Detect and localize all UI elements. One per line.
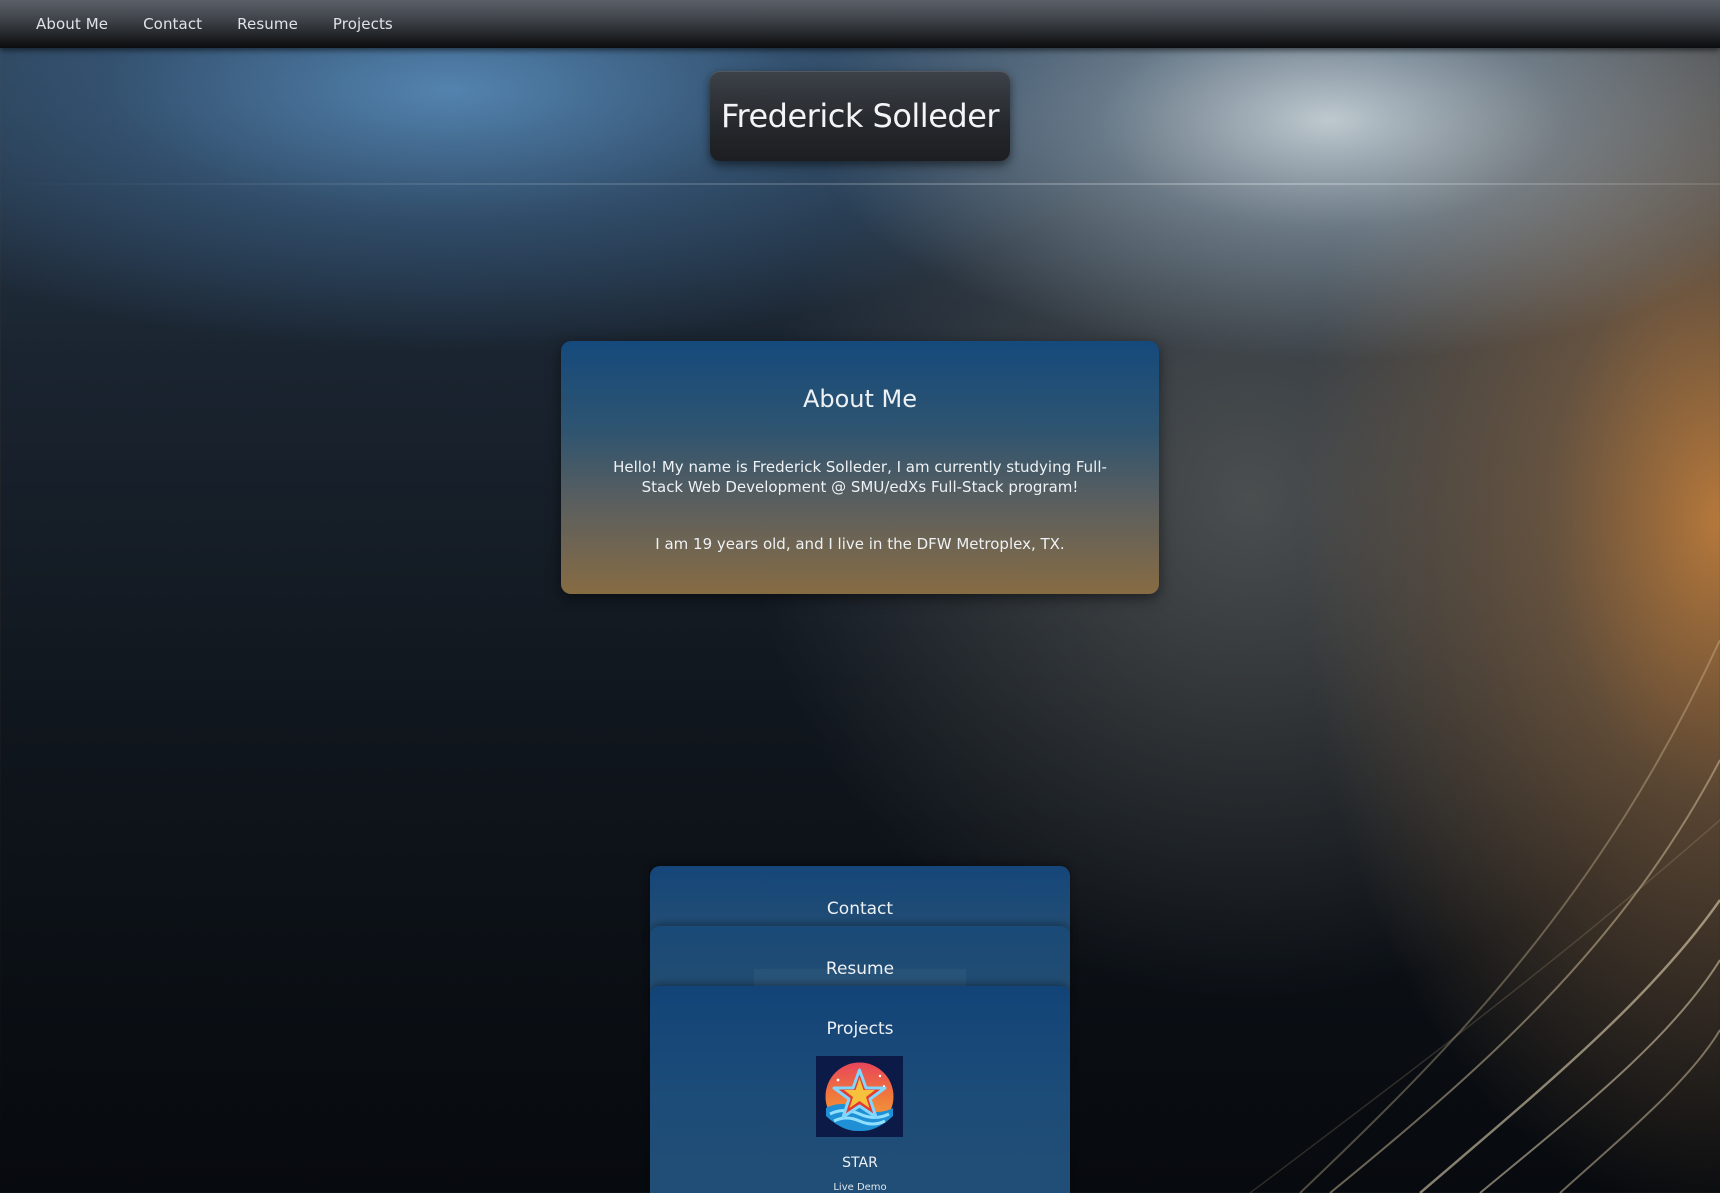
project-live-demo-link[interactable]: Live Demo [650, 1182, 1070, 1193]
projects-heading: Projects [826, 1019, 894, 1039]
contact-heading: Contact [826, 899, 894, 919]
about-me-location-text: I am 19 years old, and I live in the DFW… [655, 535, 1065, 553]
background-horizon [0, 183, 1720, 185]
project-name-star: STAR [842, 1155, 878, 1171]
resume-heading: Resume [825, 959, 895, 979]
projects-card: Projects STAR Live Demo [650, 986, 1070, 1193]
nav-link-about-me[interactable]: About Me [36, 15, 108, 33]
page-title: Frederick Solleder [710, 71, 1010, 161]
about-me-intro-text: Hello! My name is Frederick Solleder, I … [613, 458, 1107, 496]
about-me-card: About Me Hello! My name is Frederick Sol… [561, 341, 1159, 594]
about-me-heading: About Me [802, 385, 918, 413]
nav-link-contact[interactable]: Contact [143, 15, 202, 33]
star-logo-icon[interactable] [816, 1056, 903, 1137]
nav-link-projects[interactable]: Projects [333, 15, 393, 33]
top-navbar: About Me Contact Resume Projects [0, 0, 1720, 48]
nav-link-resume[interactable]: Resume [237, 15, 298, 33]
